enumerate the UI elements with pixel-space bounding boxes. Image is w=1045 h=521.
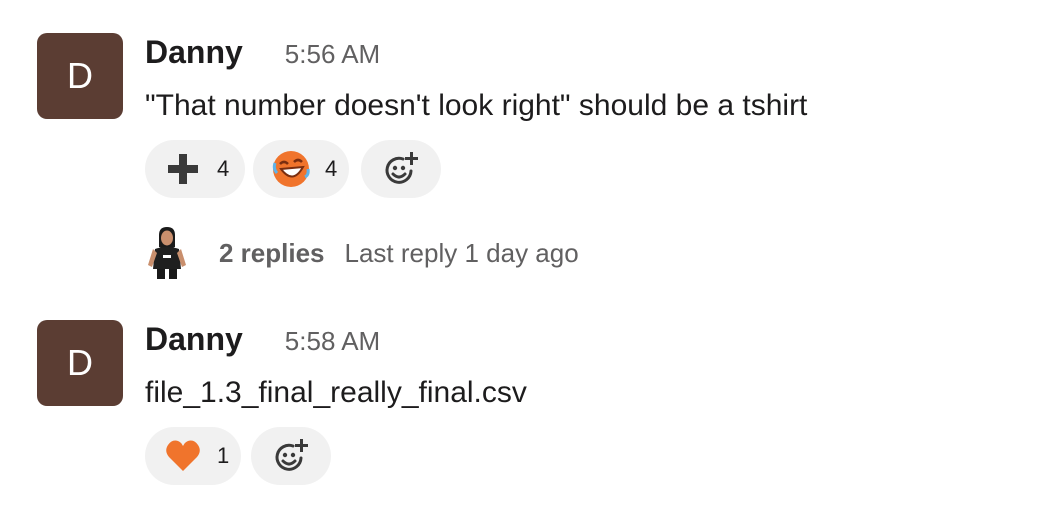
add-reaction-button[interactable] bbox=[361, 140, 441, 198]
avatar-letter: D bbox=[67, 55, 93, 96]
add-reaction-button[interactable] bbox=[251, 427, 331, 485]
author-name[interactable]: Danny bbox=[145, 34, 243, 70]
reaction-plus[interactable]: 4 bbox=[145, 140, 245, 198]
reaction-count: 4 bbox=[217, 156, 230, 181]
thread-summary[interactable]: 2 replies Last reply 1 day ago bbox=[145, 225, 579, 281]
message-header: Danny 5:56 AM bbox=[145, 34, 380, 71]
message-timestamp[interactable]: 5:58 AM bbox=[285, 326, 380, 356]
add-emoji-icon bbox=[385, 152, 418, 184]
thread-last-reply: Last reply 1 day ago bbox=[344, 237, 579, 268]
message-header: Danny 5:58 AM bbox=[145, 321, 380, 358]
author-name[interactable]: Danny bbox=[145, 321, 243, 357]
reply-user-avatar bbox=[148, 227, 186, 279]
orange-heart-icon bbox=[166, 440, 200, 471]
avatar-letter: D bbox=[67, 342, 93, 383]
heavy-plus-sign-icon bbox=[168, 154, 198, 184]
reaction-orange-heart[interactable]: 1 bbox=[145, 427, 241, 485]
author-avatar[interactable]: D bbox=[37, 320, 123, 406]
reaction-count: 4 bbox=[325, 156, 338, 181]
thread-replies-link[interactable]: 2 replies bbox=[219, 238, 325, 269]
message-timestamp[interactable]: 5:56 AM bbox=[285, 39, 380, 69]
rolling-on-floor-laughing-icon bbox=[272, 151, 310, 187]
message-text: file_1.3_final_really_final.csv bbox=[145, 376, 527, 409]
reaction-count: 1 bbox=[217, 443, 230, 468]
message-text: "That number doesn't look right" should … bbox=[145, 89, 808, 122]
reaction-rofl[interactable]: 4 bbox=[253, 140, 349, 198]
add-emoji-icon bbox=[275, 439, 308, 471]
author-avatar[interactable]: D bbox=[37, 33, 123, 119]
